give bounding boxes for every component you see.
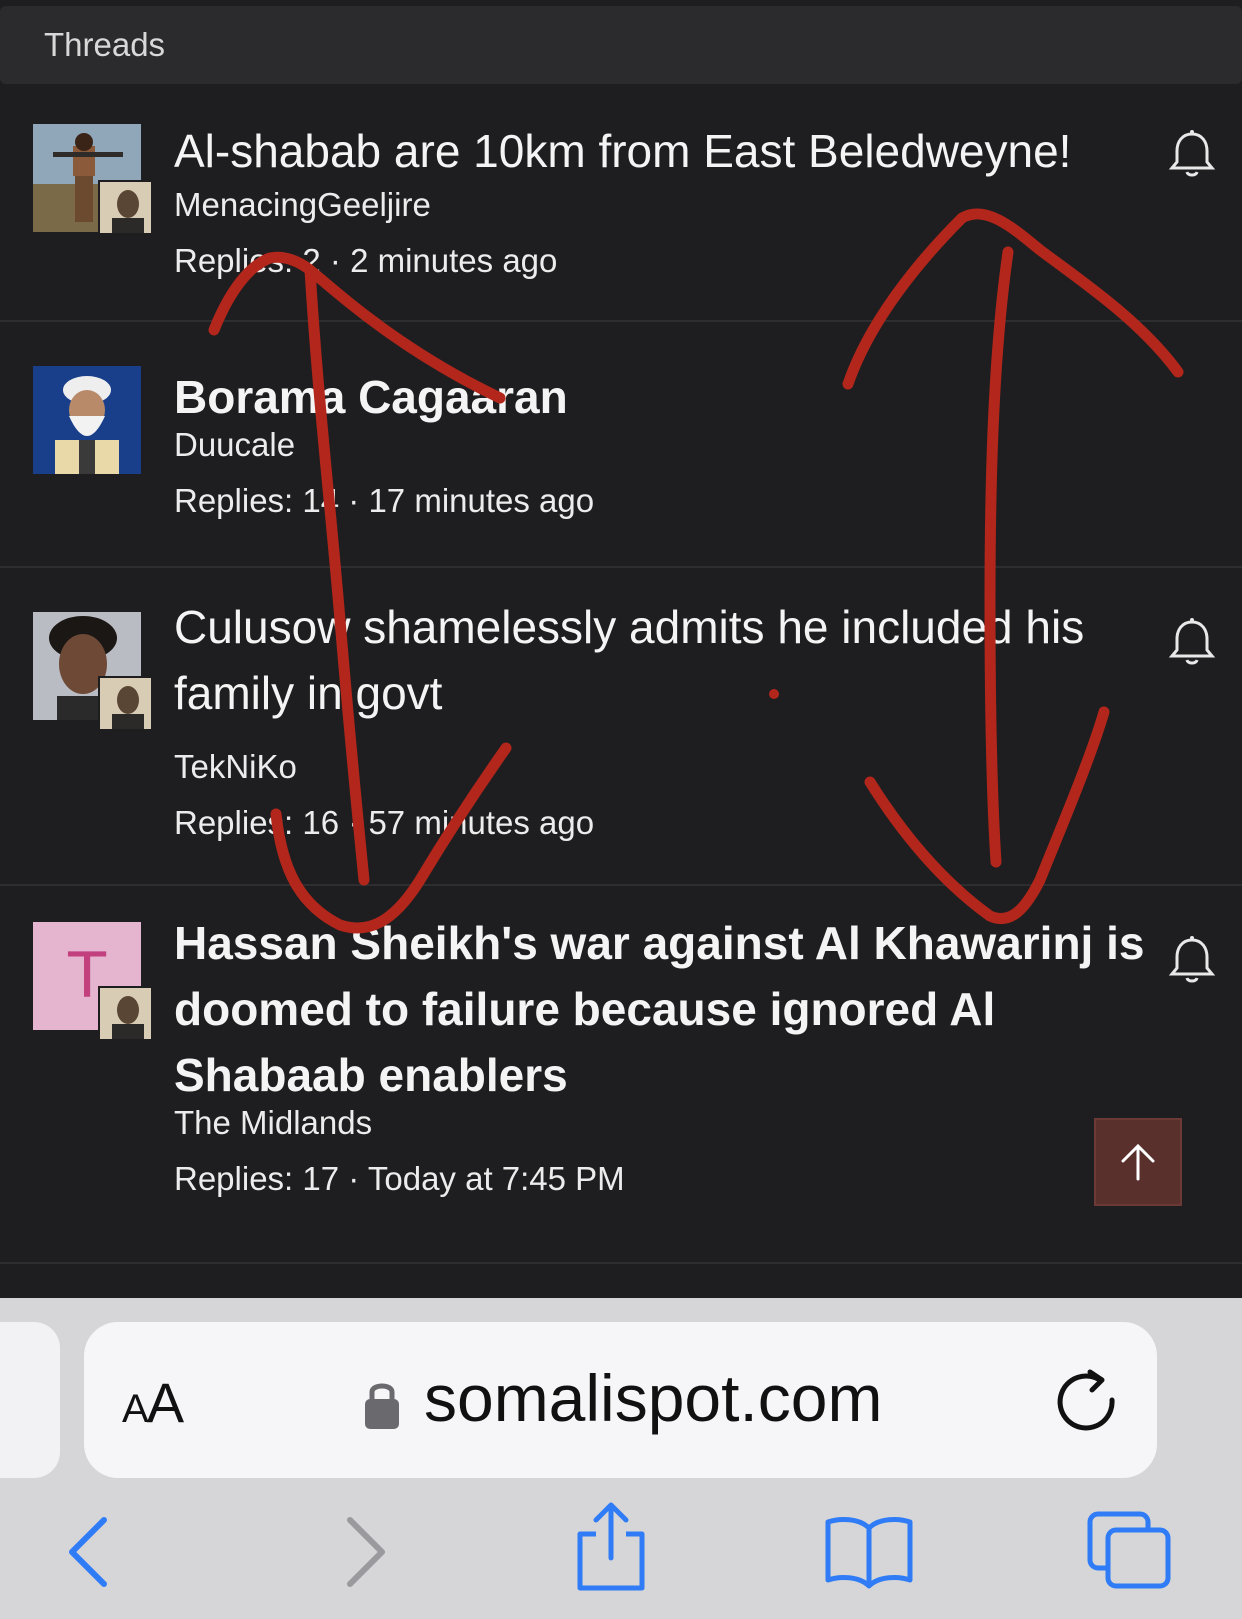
last-poster-avatar[interactable] [98, 676, 153, 731]
thread-time: 2 minutes ago [350, 242, 558, 279]
previous-tab-peek[interactable] [0, 1322, 60, 1478]
thread-meta: Replies: 14 · 17 minutes ago [174, 482, 594, 520]
replies-count: Replies: 14 [174, 482, 340, 519]
threads-header-title: Threads [44, 26, 166, 63]
avatar[interactable] [33, 366, 141, 474]
thread-title[interactable]: Culusow shamelessly admits he included h… [174, 594, 1154, 726]
thread-author[interactable]: Duucale [174, 426, 295, 464]
thread-author[interactable]: MenacingGeeljire [174, 186, 431, 224]
thread-meta: Replies: 17 · Today at 7:45 PM [174, 1160, 625, 1198]
tabs-icon[interactable] [1084, 1508, 1174, 1592]
lock-icon [365, 1383, 399, 1429]
thread-meta: Replies: 2 · 2 minutes ago [174, 242, 557, 280]
thread-time: Today at 7:45 PM [367, 1160, 625, 1197]
thread-author[interactable]: TekNiKo [174, 748, 297, 786]
arrow-up-icon [1121, 1143, 1155, 1181]
replies-count: Replies: 17 [174, 1160, 340, 1197]
thread-list-page: Threads Al-shabab are 10km from East Bel… [0, 0, 1242, 1298]
scroll-to-top-button[interactable] [1094, 1118, 1182, 1206]
thread-title[interactable]: Borama Cagaaran [174, 364, 1154, 430]
meta-separator: · [329, 242, 341, 279]
thread-row[interactable]: T Hassan Sheikh's war against Al Khawari… [0, 886, 1242, 1264]
thread-time: 57 minutes ago [368, 804, 595, 841]
share-icon[interactable] [566, 1500, 656, 1592]
thread-title[interactable]: Hassan Sheikh's war against Al Khawarinj… [174, 910, 1154, 1108]
reload-icon[interactable] [1054, 1366, 1120, 1436]
thread-row[interactable]: Culusow shamelessly admits he included h… [0, 568, 1242, 886]
thread-author[interactable]: The Midlands [174, 1104, 372, 1142]
thread-row[interactable]: Al-shabab are 10km from East Beledweyne!… [0, 86, 1242, 322]
threads-header: Threads [0, 6, 1242, 84]
last-poster-avatar[interactable] [98, 986, 153, 1041]
forward-icon[interactable] [312, 1508, 402, 1592]
browser-bottom-bar: AA somalispot.com [0, 1298, 1242, 1619]
address-bar[interactable]: AA somalispot.com [84, 1322, 1157, 1478]
meta-separator: · [348, 1160, 360, 1197]
meta-separator: · [348, 804, 360, 841]
text-size-button[interactable]: AA [122, 1370, 184, 1435]
thread-meta: Replies: 16 · 57 minutes ago [174, 804, 594, 842]
bookmarks-icon[interactable] [824, 1508, 914, 1592]
thread-title[interactable]: Al-shabab are 10km from East Beledweyne! [174, 118, 1154, 184]
replies-count: Replies: 2 [174, 242, 321, 279]
url-text[interactable]: somalispot.com [424, 1360, 883, 1436]
back-icon[interactable] [52, 1508, 142, 1592]
bell-icon[interactable] [1168, 128, 1216, 180]
thread-time: 17 minutes ago [368, 482, 595, 519]
text-size-small-glyph: A [122, 1387, 149, 1431]
text-size-large-glyph: A [146, 1371, 184, 1434]
meta-separator: · [348, 482, 360, 519]
thread-row[interactable]: Borama Cagaaran Duucale Replies: 14 · 17… [0, 322, 1242, 568]
last-poster-avatar[interactable] [98, 180, 153, 235]
replies-count: Replies: 16 [174, 804, 340, 841]
bell-icon[interactable] [1168, 616, 1216, 668]
bell-icon[interactable] [1168, 934, 1216, 986]
